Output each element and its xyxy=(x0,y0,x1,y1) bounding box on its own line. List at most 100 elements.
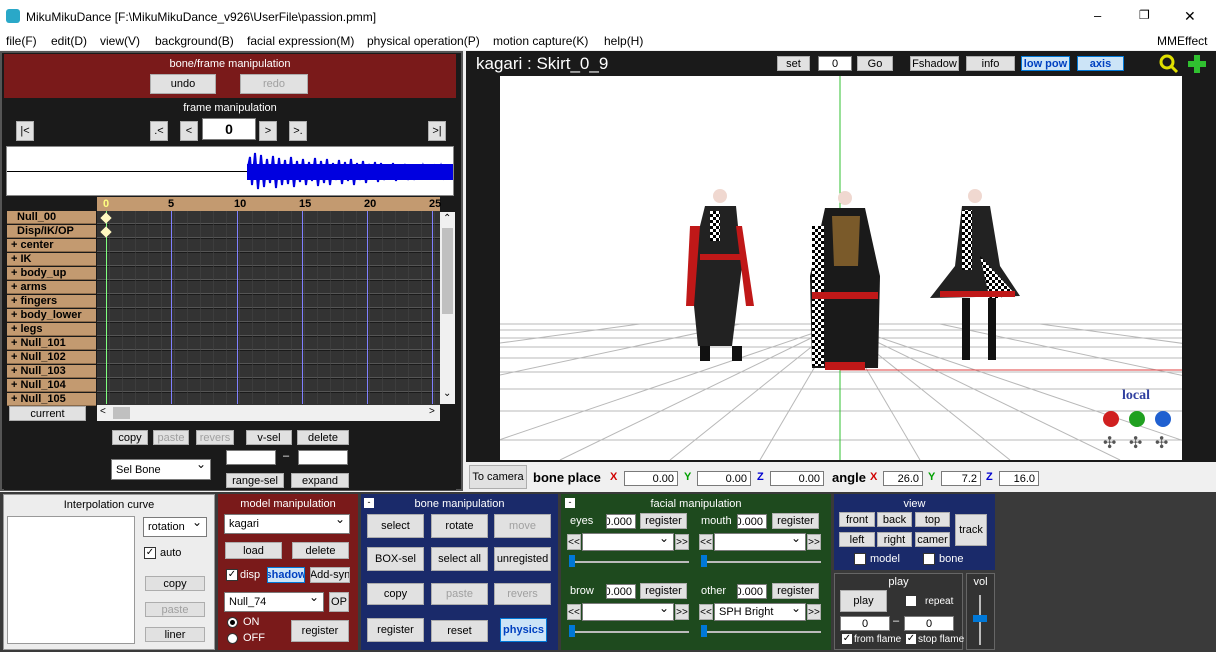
track-name[interactable]: + center xyxy=(7,239,96,252)
track-row[interactable] xyxy=(97,225,440,238)
track-name[interactable]: + Null_105 xyxy=(7,393,96,406)
first-frame-button[interactable]: |< xyxy=(16,121,34,141)
mouth-slider[interactable] xyxy=(701,555,821,567)
track-name[interactable]: + legs xyxy=(7,323,96,336)
axis-button[interactable]: axis xyxy=(1077,56,1124,71)
bone-z-input[interactable]: 0.00 xyxy=(770,471,824,486)
brow-next-button[interactable]: >> xyxy=(675,604,689,620)
disp-checkbox[interactable]: ✓ xyxy=(226,569,238,581)
track-name[interactable]: + Null_101 xyxy=(7,337,96,350)
interp-mode-select[interactable]: rotation xyxy=(143,517,207,537)
bone-reset-button[interactable]: reset xyxy=(431,620,488,642)
low-pow-button[interactable]: low pow xyxy=(1021,56,1070,71)
angle-x-input[interactable]: 26.0 xyxy=(883,471,923,486)
auto-checkbox[interactable]: ✓ xyxy=(144,547,156,559)
to-camera-button[interactable]: To camera xyxy=(469,465,527,489)
add-sync-button[interactable]: Add-syn xyxy=(310,567,350,583)
timeline-vscroll[interactable]: ⌃ ⌄ xyxy=(440,212,455,404)
view-camera-button[interactable]: camer xyxy=(915,532,950,547)
brow-select[interactable] xyxy=(582,603,674,621)
menu-edit[interactable]: edit(D) xyxy=(51,34,87,48)
rotate-z-icon[interactable] xyxy=(1155,411,1171,427)
track-name[interactable]: Disp/IK/OP xyxy=(7,225,96,238)
move-x-icon[interactable]: ✣ xyxy=(1103,436,1119,452)
brow-register-button[interactable]: register xyxy=(640,583,687,599)
mouth-prev-button[interactable]: << xyxy=(699,534,713,550)
go-button[interactable]: Go xyxy=(857,56,893,71)
expand-button[interactable]: expand xyxy=(291,473,349,488)
mouth-select[interactable] xyxy=(714,533,806,551)
undo-button[interactable]: undo xyxy=(150,74,216,94)
range-to-input[interactable] xyxy=(298,450,348,465)
mouth-register-button[interactable]: register xyxy=(772,513,819,529)
brow-prev-button[interactable]: << xyxy=(567,604,581,620)
track-name[interactable]: + body_lower xyxy=(7,309,96,322)
view-right-button[interactable]: right xyxy=(877,532,912,547)
prev-key-button[interactable]: .< xyxy=(150,121,168,141)
track-row[interactable] xyxy=(97,323,440,336)
track-row[interactable] xyxy=(97,295,440,308)
info-button[interactable]: info xyxy=(966,56,1015,71)
next-frame-button[interactable]: > xyxy=(259,121,277,141)
track-row[interactable] xyxy=(97,281,440,294)
goto-frame-input[interactable]: 0 xyxy=(818,56,852,71)
view-back-button[interactable]: back xyxy=(877,512,912,527)
other-slider[interactable] xyxy=(701,625,821,637)
move-icon[interactable] xyxy=(1187,54,1207,74)
track-row[interactable] xyxy=(97,309,440,322)
track-name[interactable]: + IK xyxy=(7,253,96,266)
track-name[interactable]: + fingers xyxy=(7,295,96,308)
track-name[interactable]: + Null_103 xyxy=(7,365,96,378)
track-row[interactable] xyxy=(97,365,440,378)
box-sel-button[interactable]: BOX-sel xyxy=(367,547,424,571)
track-row[interactable] xyxy=(97,351,440,364)
axis-rotate-icons[interactable] xyxy=(1103,411,1173,427)
menu-facial-expression[interactable]: facial expression(M) xyxy=(247,34,354,48)
next-key-button[interactable]: >. xyxy=(289,121,307,141)
minimize-button[interactable]: – xyxy=(1094,8,1101,23)
physics-button[interactable]: physics xyxy=(500,618,547,642)
other-prev-button[interactable]: << xyxy=(699,604,713,620)
v-sel-button[interactable]: v-sel xyxy=(246,430,292,445)
other-next-button[interactable]: >> xyxy=(807,604,821,620)
other-value[interactable]: 0.000 xyxy=(737,584,767,599)
interp-paste-button[interactable]: paste xyxy=(145,602,205,617)
track-row[interactable] xyxy=(97,267,440,280)
model-delete-button[interactable]: delete xyxy=(292,542,349,559)
eyes-next-button[interactable]: >> xyxy=(675,534,689,550)
volume-slider[interactable] xyxy=(973,595,987,645)
other-register-button[interactable]: register xyxy=(772,583,819,599)
unregisted-button[interactable]: unregisted xyxy=(494,547,551,571)
eyes-value[interactable]: 0.000 xyxy=(606,514,636,529)
frame-number-input[interactable]: 0 xyxy=(202,118,256,140)
view-model-checkbox[interactable] xyxy=(854,553,866,565)
set-button[interactable]: set xyxy=(777,56,810,71)
menu-help[interactable]: help(H) xyxy=(604,34,643,48)
angle-z-input[interactable]: 16.0 xyxy=(999,471,1039,486)
track-name[interactable]: Null_00 xyxy=(7,211,96,224)
revers-button[interactable]: revers xyxy=(196,430,234,445)
brow-value[interactable]: 0.000 xyxy=(606,584,636,599)
eyes-register-button[interactable]: register xyxy=(640,513,687,529)
liner-button[interactable]: liner xyxy=(145,627,205,642)
view-left-button[interactable]: left xyxy=(839,532,875,547)
model-register-button[interactable]: register xyxy=(291,620,349,642)
track-row[interactable] xyxy=(97,211,440,224)
interp-curve-canvas[interactable] xyxy=(7,516,135,644)
move-z-icon[interactable]: ✣ xyxy=(1155,436,1171,452)
rotate-y-icon[interactable] xyxy=(1129,411,1145,427)
bone-register-button[interactable]: register xyxy=(367,618,424,642)
play-to-input[interactable]: 0 xyxy=(904,616,954,631)
collapse-icon[interactable]: - xyxy=(364,498,374,508)
sel-bone-select[interactable]: Sel Bone xyxy=(111,459,211,480)
menu-file[interactable]: file(F) xyxy=(6,34,37,48)
model-select[interactable]: kagari xyxy=(224,514,350,534)
eyes-select[interactable] xyxy=(582,533,674,551)
close-button[interactable]: ✕ xyxy=(1184,8,1196,25)
bone-x-input[interactable]: 0.00 xyxy=(624,471,678,486)
3d-viewport[interactable] xyxy=(500,76,1182,460)
stop-flame-checkbox[interactable]: ✓ xyxy=(905,633,917,645)
track-name[interactable]: + body_up xyxy=(7,267,96,280)
track-name[interactable]: + Null_104 xyxy=(7,379,96,392)
play-from-input[interactable]: 0 xyxy=(840,616,890,631)
